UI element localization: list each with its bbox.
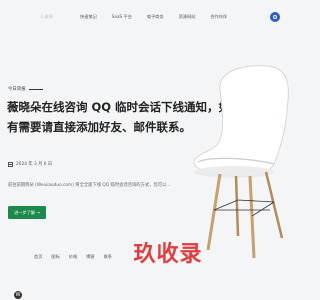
main-nav: 快速笔记 SaaS 平台 电子商务 资源网站 合作伙伴 <box>80 14 242 20</box>
tag-label: 今日简报 <box>8 87 26 92</box>
calendar-icon <box>8 161 13 167</box>
learn-more-button[interactable]: 进一步了解 → <box>8 206 46 219</box>
footer-item-pricing[interactable]: 价格 <box>69 254 77 260</box>
nav-item-quick-notes[interactable]: 快速笔记 <box>80 14 97 20</box>
footer-item-home[interactable]: 首页 <box>34 254 42 260</box>
wordpress-icon[interactable]: W <box>14 291 22 299</box>
nav-item-partners[interactable]: 合作伙伴 <box>210 14 227 20</box>
post-date: 2024 年 3 月 6 日 <box>16 162 53 167</box>
footer-nav: 首页 图标 价格 博客 联系 <box>34 254 121 260</box>
section-tag: 今日简报 <box>8 86 43 92</box>
top-navigation-bar: 人训网 快速笔记 SaaS 平台 电子商务 资源网站 合作伙伴 <box>0 0 300 36</box>
footer-item-contact[interactable]: 联系 <box>104 254 112 260</box>
nav-item-ecommerce[interactable]: 电子商务 <box>147 14 164 20</box>
nav-item-resources[interactable]: 资源网站 <box>179 14 196 20</box>
site-logo[interactable]: 人训网 <box>40 14 53 20</box>
footer-item-blog[interactable]: 博客 <box>86 254 94 260</box>
user-account-icon[interactable] <box>270 12 280 22</box>
tag-divider <box>28 88 43 90</box>
post-date-row: 2024 年 3 月 6 日 <box>8 161 52 167</box>
nav-item-saas[interactable]: SaaS 平台 <box>112 14 132 20</box>
footer-item-icons[interactable]: 图标 <box>51 254 59 260</box>
watermark-logo: 玖收录 <box>133 242 203 267</box>
